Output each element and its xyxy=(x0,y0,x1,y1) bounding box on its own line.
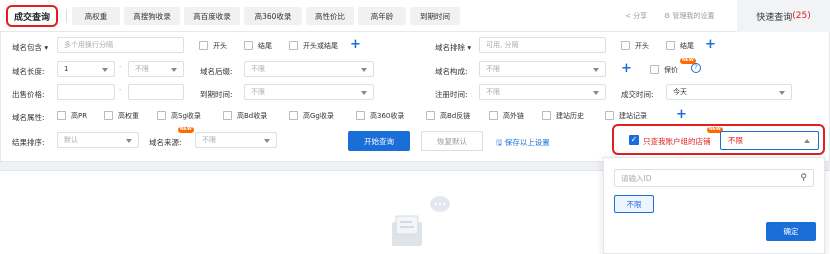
guarantee-check[interactable] xyxy=(650,65,659,74)
attr-check-site-record[interactable] xyxy=(605,111,614,120)
quick-tag-high-weight[interactable]: 高权重 xyxy=(72,7,120,25)
attr-label-weight: 高权重 xyxy=(118,112,139,120)
length-max-select[interactable]: 不限 xyxy=(128,61,184,77)
quick-tag-value[interactable]: 高性价比 xyxy=(306,7,354,25)
attr-label-site-record: 建站记录 xyxy=(619,112,647,120)
check-end-label: 结尾 xyxy=(258,42,272,50)
expire-select[interactable]: 不限 xyxy=(244,84,374,100)
quick-tag-expire[interactable]: 到期时间 xyxy=(410,7,460,25)
domain-exclude-label[interactable]: 域名排除 ▾ xyxy=(435,42,471,53)
group-filter-dropdown: 请输入ID ⚲ 不限 确定 xyxy=(603,157,825,254)
suffix-label: 域名后缀: xyxy=(200,67,233,76)
reset-button[interactable]: 恢复默认 xyxy=(421,131,483,151)
suffix-select[interactable]: 不限 xyxy=(244,61,374,77)
deal-time-select[interactable]: 今天 xyxy=(666,84,792,100)
domain-exclude-input[interactable]: 可用, 分隔 xyxy=(479,37,606,53)
group-filter-select[interactable]: 不限 xyxy=(720,131,819,150)
quick-tag-baidu[interactable]: 高百度收录 xyxy=(184,7,240,25)
price-max-input[interactable] xyxy=(128,84,184,100)
register-select[interactable]: 不限 xyxy=(479,84,606,100)
top-bar: 成交查询 高权重 高搜狗收录 高百度收录 高360收录 高性价比 高年龄 到期时… xyxy=(0,0,830,32)
id-search-input[interactable]: 请输入ID ⚲ xyxy=(614,169,814,187)
price-min-input[interactable] xyxy=(57,84,115,100)
exclude-check-end[interactable] xyxy=(666,41,675,50)
check-start-or-end-label: 开头或结尾 xyxy=(303,42,338,50)
attr-check-pr[interactable] xyxy=(57,111,66,120)
add-composition-icon[interactable]: + xyxy=(621,62,632,75)
composition-label: 域名构成: xyxy=(435,67,468,76)
guarantee-label: 保价 xyxy=(664,66,678,74)
register-label: 注册时间: xyxy=(435,90,468,99)
attr-check-gg[interactable] xyxy=(289,111,298,120)
sort-label: 结果排序: xyxy=(12,138,45,147)
check-start-label: 开头 xyxy=(213,42,227,50)
attr-label-site-history: 建站历史 xyxy=(556,112,584,120)
check-start[interactable] xyxy=(199,41,208,50)
source-new-badge: NEW xyxy=(178,127,194,133)
group-filter-check[interactable]: ✓ xyxy=(629,135,639,145)
add-attribute-icon[interactable]: + xyxy=(676,108,687,121)
attr-check-360[interactable] xyxy=(356,111,365,120)
check-start-or-end[interactable] xyxy=(289,41,298,50)
save-settings-link[interactable]: 🖫 保存以上设置 xyxy=(496,137,550,150)
share-link[interactable]: < 分享 xyxy=(625,11,647,21)
domain-contains-label[interactable]: 域名包含 ▾ xyxy=(12,42,48,53)
price-label: 出售价格: xyxy=(12,90,45,99)
dropdown-option-any[interactable]: 不限 xyxy=(614,195,654,213)
attr-check-weight[interactable] xyxy=(104,111,113,120)
save-icon: 🖫 xyxy=(496,138,503,147)
domain-contains-input[interactable]: 多个用换行分隔 xyxy=(57,37,184,53)
add-exclude-icon[interactable]: + xyxy=(705,38,716,51)
quick-tag-360[interactable]: 高360收录 xyxy=(244,7,302,25)
quick-tag-age[interactable]: 高年龄 xyxy=(358,7,406,25)
attr-check-sg[interactable] xyxy=(157,111,166,120)
confirm-button[interactable]: 确定 xyxy=(766,222,816,241)
exclude-check-start-label: 开头 xyxy=(635,42,649,50)
divider xyxy=(66,9,67,23)
length-min-select[interactable]: 1 xyxy=(57,61,115,77)
page-title: 成交查询 xyxy=(6,5,58,27)
attr-label-bd-backlink: 高Bd反链 xyxy=(440,112,471,120)
attr-label-sg: 高Sg收录 xyxy=(171,112,201,120)
attr-check-bd-backlink[interactable] xyxy=(426,111,435,120)
tab-fast-query[interactable]: 快速查询 (25) xyxy=(737,0,830,32)
help-icon[interactable]: ? xyxy=(691,63,701,73)
composition-select[interactable]: 不限 xyxy=(479,61,606,77)
attr-label-external: 高外链 xyxy=(503,112,524,120)
attr-label-gg: 高Gg收录 xyxy=(303,112,334,120)
exclude-check-end-label: 结尾 xyxy=(680,42,694,50)
length-dash: - xyxy=(119,63,122,71)
exclude-check-start[interactable] xyxy=(621,41,630,50)
attr-label-360: 高360收录 xyxy=(370,112,405,120)
gear-icon: ⚙ xyxy=(664,12,671,20)
deal-time-label: 成交时间: xyxy=(621,90,654,99)
source-label: 域名来源: xyxy=(149,138,182,147)
add-contains-icon[interactable]: + xyxy=(350,38,361,51)
check-end[interactable] xyxy=(244,41,253,50)
attr-check-site-history[interactable] xyxy=(542,111,551,120)
quick-tag-sogou[interactable]: 高搜狗收录 xyxy=(124,7,180,25)
expire-label: 到期时间: xyxy=(200,90,233,99)
price-dash: - xyxy=(119,86,122,94)
share-icon: < xyxy=(625,12,631,20)
fast-query-count: (25) xyxy=(792,11,811,21)
attr-label-bd: 高Bd收录 xyxy=(237,112,268,120)
manage-settings-link[interactable]: ⚙ 管理我的设置 xyxy=(664,11,715,21)
search-button[interactable]: 开始查询 xyxy=(348,131,410,151)
search-icon[interactable]: ⚲ xyxy=(800,173,807,183)
attributes-label: 域名属性: xyxy=(12,113,45,122)
attr-check-bd[interactable] xyxy=(223,111,232,120)
attr-check-external[interactable] xyxy=(489,111,498,120)
group-filter-label: 只查我账户组的店铺 xyxy=(643,137,711,146)
sort-select[interactable]: 默认 xyxy=(57,132,139,148)
length-label: 域名长度: xyxy=(12,67,45,76)
source-select[interactable]: 不限 xyxy=(195,132,277,148)
empty-state-icon xyxy=(392,196,450,246)
attr-label-pr: 高PR xyxy=(71,112,88,120)
